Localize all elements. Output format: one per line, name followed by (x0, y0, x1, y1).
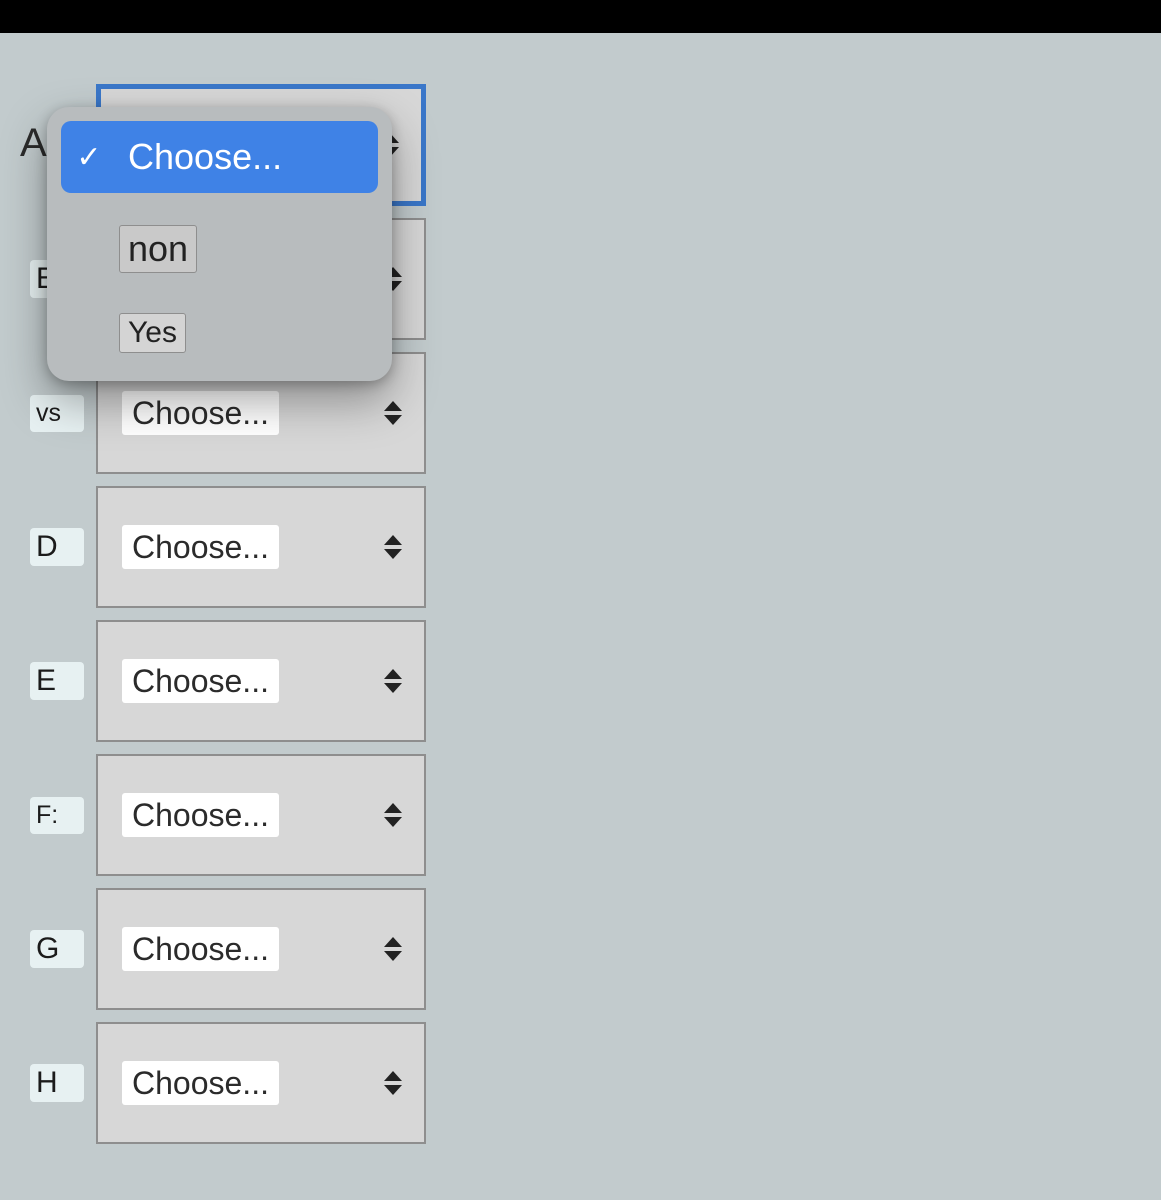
row-label: F: (30, 797, 84, 834)
select-caret-icon (384, 669, 402, 693)
select-value: Choose... (122, 1061, 279, 1105)
form-content: A Choose... E Choose... vs Choose... (0, 33, 1161, 1147)
row-label: D (30, 528, 84, 566)
select-box[interactable]: Choose... (96, 620, 426, 742)
dropdown-option-non[interactable]: ✓ non (61, 213, 378, 285)
dropdown-option-choose[interactable]: ✓ Choose... (61, 121, 378, 193)
select-box[interactable]: Choose... (96, 1022, 426, 1144)
row-label: H (30, 1064, 84, 1102)
select-value: Choose... (122, 927, 279, 971)
select-caret-icon (384, 401, 402, 425)
select-value: Choose... (122, 525, 279, 569)
select-caret-icon (384, 535, 402, 559)
row-label-a: A (20, 121, 47, 166)
check-icon: ✓ (75, 140, 103, 175)
form-row: F: Choose... (30, 751, 1161, 879)
select-value: Choose... (122, 793, 279, 837)
select-caret-icon (384, 937, 402, 961)
dropdown-option-yes[interactable]: ✓ Yes (61, 305, 378, 361)
check-icon: ✓ (75, 316, 103, 351)
top-black-bar (0, 0, 1161, 33)
form-row: H Choose... (30, 1019, 1161, 1147)
select-caret-icon (384, 1071, 402, 1095)
select-box[interactable]: Choose... (96, 754, 426, 876)
dropdown-option-label: non (119, 225, 197, 273)
select-value: Choose... (122, 659, 279, 703)
dropdown-option-label: Yes (119, 313, 186, 353)
row-label: E (30, 662, 84, 700)
form-row: E Choose... (30, 617, 1161, 745)
dropdown-option-label: Choose... (119, 133, 291, 181)
row-label: G (30, 930, 84, 968)
select-value: Choose... (122, 391, 279, 435)
form-row: G Choose... (30, 885, 1161, 1013)
dropdown-popup: ✓ Choose... ✓ non ✓ Yes (47, 107, 392, 381)
select-box[interactable]: Choose... (96, 486, 426, 608)
row-label: vs (30, 395, 84, 432)
form-row: D Choose... (30, 483, 1161, 611)
select-caret-icon (384, 803, 402, 827)
check-icon: ✓ (75, 232, 103, 267)
select-box[interactable]: Choose... (96, 888, 426, 1010)
